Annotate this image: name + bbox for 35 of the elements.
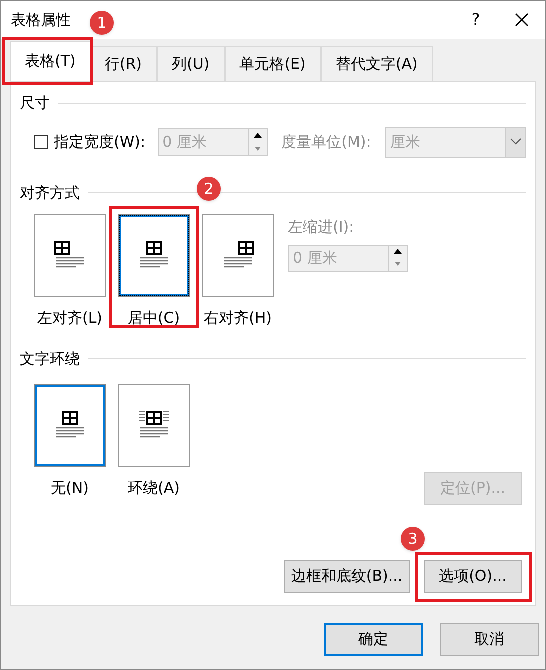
option-label: 居中(C) bbox=[128, 308, 180, 329]
window-title: 表格属性 bbox=[11, 10, 71, 31]
unit-label: 度量单位(M): bbox=[282, 132, 372, 153]
dialog-button[interactable]: 边框和底纹(B)... bbox=[284, 560, 410, 593]
layout-option[interactable] bbox=[118, 384, 190, 467]
layout-option[interactable] bbox=[34, 384, 106, 467]
help-button[interactable]: ? bbox=[453, 1, 499, 39]
option-label: 无(N) bbox=[51, 478, 89, 499]
tab[interactable]: 列(U) bbox=[157, 46, 225, 81]
option-label: 左对齐(L) bbox=[37, 308, 103, 329]
option-label: 右对齐(H) bbox=[204, 308, 272, 329]
section-heading: 对齐方式 bbox=[20, 182, 80, 204]
step-number-badge: 2 bbox=[197, 177, 221, 201]
tab[interactable]: 替代文字(A) bbox=[320, 46, 433, 81]
option-label: 环绕(A) bbox=[128, 478, 180, 499]
spin-down-icon bbox=[254, 146, 261, 150]
dialog-button[interactable]: 取消 bbox=[440, 623, 539, 656]
layout-option[interactable] bbox=[202, 214, 274, 297]
section-heading: 文字环绕 bbox=[20, 348, 80, 370]
layout-option[interactable] bbox=[118, 214, 190, 297]
spin-down-icon bbox=[395, 262, 401, 266]
dialog-button[interactable]: 确定 bbox=[324, 623, 423, 656]
checkbox[interactable] bbox=[34, 135, 48, 149]
indent-label: 左缩进(I): bbox=[288, 217, 356, 238]
dialog-button[interactable]: 选项(O)... bbox=[424, 560, 522, 593]
spin-up-icon bbox=[254, 133, 262, 138]
layout-option[interactable] bbox=[34, 214, 106, 297]
close-icon bbox=[515, 13, 529, 27]
step-number-badge: 3 bbox=[401, 527, 425, 551]
tab[interactable]: 单元格(E) bbox=[224, 46, 321, 81]
chevron-down-icon bbox=[510, 138, 522, 146]
checkbox-label: 指定宽度(W): bbox=[54, 132, 146, 153]
tab[interactable]: 表格(T) bbox=[10, 41, 91, 81]
section-heading: 尺寸 bbox=[20, 93, 50, 114]
spin-up-icon bbox=[394, 249, 402, 254]
